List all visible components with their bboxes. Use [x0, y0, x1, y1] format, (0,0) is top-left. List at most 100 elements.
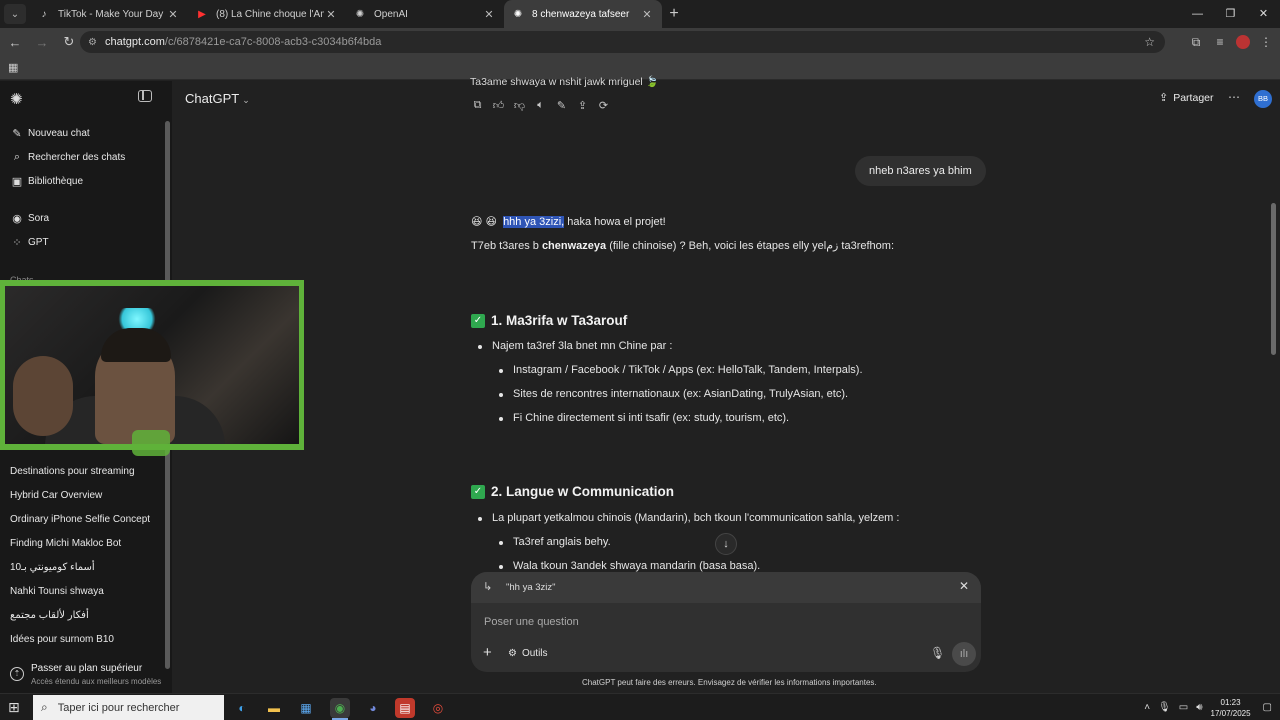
- sidebar-item-label: Sora: [28, 212, 50, 224]
- greeting-text: haka howa el projet!: [564, 216, 666, 228]
- close-icon[interactable]: ✕: [482, 8, 496, 21]
- sidebar-item-sora[interactable]: ◉ Sora: [10, 209, 49, 227]
- forward-icon[interactable]: →: [30, 35, 54, 50]
- store-icon[interactable]: ▦: [296, 698, 316, 718]
- plus-icon[interactable]: +: [483, 644, 492, 661]
- notification-icon[interactable]: ▢: [1263, 702, 1272, 713]
- close-icon[interactable]: ✕: [324, 8, 338, 21]
- thumbs-up-icon[interactable]: 👍︎: [492, 99, 505, 112]
- tab-openai[interactable]: ✺ OpenAI ✕: [346, 0, 504, 28]
- toolbar-actions: ⧉ ≡ ⋮: [1188, 28, 1274, 56]
- reload-icon[interactable]: ↻: [57, 34, 81, 50]
- voice-mode-button[interactable]: ılı: [952, 642, 976, 666]
- prompt-input[interactable]: Poser une question: [484, 616, 579, 628]
- back-icon[interactable]: ←: [3, 35, 27, 50]
- discord-icon[interactable]: ◕: [363, 698, 383, 718]
- edit-icon: ✎: [12, 127, 22, 140]
- message-actions: ⧉ 👍︎ 👎︎ 🔈︎ ✎ ⇪ ⟳: [471, 99, 610, 112]
- previous-message-text: Ta3ame shwaya w nshit jawk mriguel 🍃: [470, 76, 659, 88]
- media-icon[interactable]: ≡: [1212, 35, 1228, 49]
- chrome-icon[interactable]: ◉: [330, 698, 350, 718]
- file-explorer-icon[interactable]: ▬: [264, 698, 284, 718]
- sidebar-toggle-icon[interactable]: [138, 90, 152, 102]
- address-bar[interactable]: ⚙ chatgpt.com/c/6878421e-ca7c-8008-acb3-…: [80, 31, 1165, 53]
- list-item: Najem ta3ref 3la bnet mn Chine par :: [477, 339, 672, 354]
- greeting-line: 😆 😆 hhh ya 3zizi, haka howa el projet!: [471, 215, 666, 230]
- tools-button[interactable]: ⚙ Outils: [508, 648, 548, 659]
- share-label: Partager: [1173, 91, 1214, 104]
- profile-avatar[interactable]: [1236, 35, 1250, 49]
- chat-history-item[interactable]: أسماء كوميونتي بـ10: [10, 558, 95, 576]
- chevron-up-icon[interactable]: ˄: [1144, 702, 1150, 713]
- menu-icon[interactable]: ⋮: [1258, 35, 1274, 49]
- intro-line: T7eb t3ares b chenwazeya (fille chinoise…: [471, 239, 894, 254]
- share-button[interactable]: ⇪ Partager: [1159, 91, 1214, 105]
- close-window-icon[interactable]: ✕: [1247, 0, 1280, 28]
- close-icon[interactable]: ✕: [640, 8, 654, 21]
- screen: ⌄ ♪ TikTok - Make Your Day ✕ ▶ (8) La Ch…: [0, 0, 1280, 720]
- network-icon[interactable]: ▭: [1179, 702, 1188, 713]
- restore-icon[interactable]: ❐: [1214, 0, 1247, 28]
- sidebar-item-gpt[interactable]: ⁘ GPT: [10, 233, 48, 251]
- tab-youtube[interactable]: ▶ (8) La Chine choque l'Amérique ✕: [188, 0, 346, 28]
- scroll-down-button[interactable]: ↓: [715, 533, 737, 555]
- model-selector[interactable]: ChatGPT ⌄: [185, 91, 250, 106]
- voice-app-icon[interactable]: ▤: [395, 698, 415, 718]
- chat-history-item[interactable]: Destinations pour streaming: [10, 462, 135, 480]
- microphone-icon[interactable]: 🎙︎: [1158, 702, 1171, 713]
- main-scrollbar[interactable]: [1271, 203, 1276, 355]
- share-icon[interactable]: ⇪: [576, 99, 589, 112]
- avatar[interactable]: BB: [1254, 90, 1272, 108]
- youtube-icon: ▶: [198, 8, 206, 20]
- disclaimer-text: ChatGPT peut faire des erreurs. Envisage…: [582, 678, 877, 687]
- volume-icon[interactable]: 🔊︎: [1196, 702, 1202, 713]
- selected-text[interactable]: hhh ya 3zizi,: [503, 216, 565, 228]
- thumbs-down-icon[interactable]: 👎︎: [513, 99, 526, 112]
- chatgpt-logo-icon[interactable]: ✺: [10, 90, 26, 108]
- heading-text: 1. Ma3rifa w Ta3arouf: [491, 313, 628, 328]
- quoted-reply: ↳ "hh ya 3ziz" ✕: [471, 572, 981, 603]
- clock[interactable]: 01:23 17/07/2025: [1211, 697, 1251, 719]
- system-tray: ˄ 🎙︎ ▭ 🔊︎ 01:23 17/07/2025 ▢: [1144, 694, 1280, 720]
- upgrade-icon: ⇡: [10, 667, 24, 681]
- chat-history-item[interactable]: Idées pour surnom B10: [10, 630, 114, 648]
- minimize-icon[interactable]: —: [1181, 0, 1214, 28]
- windows-start-icon[interactable]: ⊞: [8, 699, 24, 715]
- search-placeholder: Taper ici pour rechercher: [57, 701, 180, 714]
- more-options-icon[interactable]: ⋯: [1228, 90, 1240, 104]
- chat-history-item[interactable]: Finding Michi Makloc Bot: [10, 534, 121, 552]
- upgrade-plan-button[interactable]: ⇡ Passer au plan supérieur Accès étendu …: [8, 661, 168, 689]
- chat-history-item[interactable]: أفكار لألقاب مجتمع: [10, 606, 89, 624]
- sidebar-item-search[interactable]: ⌕ Rechercher des chats: [10, 148, 125, 166]
- extensions-icon[interactable]: ⧉: [1188, 35, 1204, 50]
- read-aloud-icon[interactable]: 🔈︎: [534, 99, 547, 112]
- streamer-logo: [132, 430, 170, 456]
- edit-canvas-icon[interactable]: ✎: [555, 99, 568, 112]
- microphone-icon[interactable]: 🎙︎: [930, 646, 945, 660]
- openai-icon: ✺: [513, 8, 523, 20]
- bookmark-star-icon[interactable]: ☆: [1144, 35, 1155, 49]
- close-icon[interactable]: ✕: [166, 8, 180, 21]
- tab-tiktok[interactable]: ♪ TikTok - Make Your Day ✕: [30, 0, 188, 28]
- tab-chenwazeya[interactable]: ✺ 8 chenwazeya tafseer ✕: [504, 0, 662, 28]
- apps-grid-icon[interactable]: ▦: [8, 61, 18, 74]
- obs-icon[interactable]: ◎: [428, 698, 448, 718]
- regenerate-icon[interactable]: ⟳: [597, 99, 610, 112]
- webcam-video: [5, 286, 299, 444]
- chat-history-item[interactable]: Ordinary iPhone Selfie Concept: [10, 510, 150, 528]
- list-item: Sites de rencontres internationaux (ex: …: [498, 387, 848, 402]
- edge-icon[interactable]: ◐: [232, 698, 252, 718]
- emoji-text: 😆 😆: [471, 216, 497, 228]
- sora-icon: ◉: [12, 212, 22, 225]
- sidebar-item-library[interactable]: ▣ Bibliothèque: [10, 172, 83, 190]
- copy-icon[interactable]: ⧉: [471, 99, 484, 112]
- taskbar-search[interactable]: ⌕ Taper ici pour rechercher: [33, 695, 224, 720]
- chat-history-item[interactable]: Hybrid Car Overview: [10, 486, 102, 504]
- site-info-icon[interactable]: ⚙: [88, 37, 97, 48]
- chat-history-item[interactable]: Nahki Tounsi shwaya: [10, 582, 104, 600]
- sidebar-item-new-chat[interactable]: ✎ Nouveau chat: [10, 124, 89, 142]
- new-tab-button[interactable]: +: [662, 5, 686, 23]
- reply-arrow-icon: ↳: [483, 581, 493, 593]
- close-icon[interactable]: ✕: [959, 579, 969, 593]
- tab-search-icon[interactable]: ⌄: [4, 4, 26, 24]
